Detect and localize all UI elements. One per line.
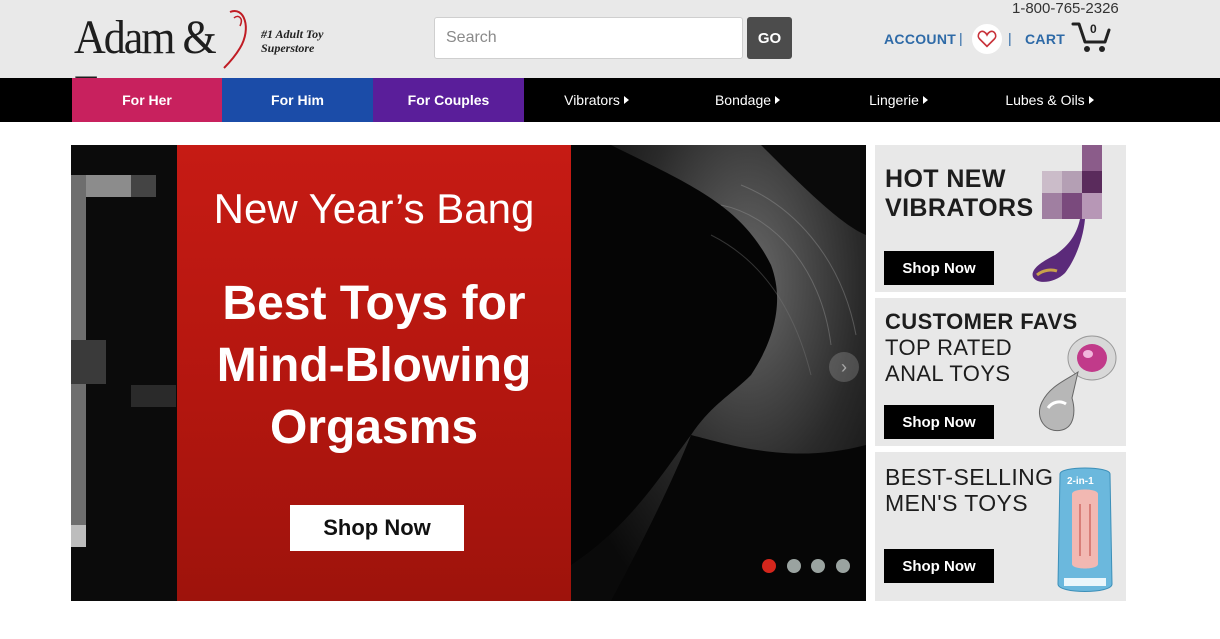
nav-lingerie[interactable]: Lingerie bbox=[826, 78, 971, 122]
search-input[interactable] bbox=[435, 18, 742, 58]
nav-label: Lingerie bbox=[869, 92, 919, 108]
tagline-line-1: #1 Adult Toy bbox=[261, 27, 324, 41]
promo-title-line: TOP RATED bbox=[885, 335, 1013, 360]
promo-title-line: VIBRATORS bbox=[885, 194, 1034, 222]
hero-shop-now-button[interactable]: Shop Now bbox=[290, 505, 464, 551]
promo-title: BEST-SELLING MEN'S TOYS bbox=[885, 464, 1053, 516]
hero-photo bbox=[571, 145, 866, 601]
pixelated-area bbox=[71, 340, 106, 384]
hero-title-line: Orgasms bbox=[269, 401, 479, 454]
promo-hot-new-vibrators[interactable]: HOT NEW VIBRATORS Shop Now bbox=[875, 145, 1126, 292]
cart-link[interactable]: CART bbox=[1025, 31, 1065, 47]
silhouette-image bbox=[571, 145, 866, 601]
carousel-next-arrow-icon[interactable]: › bbox=[829, 352, 859, 382]
hero-title-line: Mind-Blowing bbox=[216, 339, 532, 392]
pixelated-area bbox=[71, 525, 86, 547]
nav-label: Vibrators bbox=[564, 92, 620, 108]
carousel-dot-4[interactable] bbox=[836, 559, 850, 573]
hero-title-line: Best Toys for bbox=[222, 277, 526, 330]
nav-for-couples[interactable]: For Couples bbox=[373, 78, 524, 122]
promo-best-selling-mens-toys[interactable]: 2-in-1 BEST-SELLING MEN'S TOYS Shop Now bbox=[875, 452, 1126, 601]
vibrator-product-image bbox=[1032, 145, 1102, 282]
pixelated-area bbox=[131, 175, 156, 197]
heart-logo-icon bbox=[223, 10, 247, 69]
promo-title-line: MEN'S TOYS bbox=[885, 490, 1029, 516]
cart-count-badge: 0 bbox=[1090, 22, 1097, 36]
separator: | bbox=[959, 30, 963, 46]
caret-right-icon bbox=[922, 96, 928, 104]
product-label: 2-in-1 bbox=[1067, 476, 1094, 487]
nav-label: Lubes & Oils bbox=[1005, 92, 1085, 108]
nav-label: For Him bbox=[271, 92, 324, 108]
account-link[interactable]: ACCOUNT bbox=[884, 31, 956, 47]
main-nav: For Her For Him For Couples Vibrators Bo… bbox=[0, 78, 1220, 122]
site-header: Adam & Eve #1 Adult Toy Superstore GO 1-… bbox=[0, 0, 1220, 119]
nav-label: Bondage bbox=[714, 92, 772, 108]
search-box bbox=[434, 17, 743, 59]
promo-title: CUSTOMER FAVS TOP RATED ANAL TOYS bbox=[885, 309, 1078, 387]
hero-headline: New Year’s Bang bbox=[213, 185, 535, 232]
carousel-dot-1[interactable] bbox=[762, 559, 776, 573]
nav-bondage[interactable]: Bondage bbox=[675, 78, 820, 122]
search-go-button[interactable]: GO bbox=[747, 17, 792, 59]
nav-label: For Her bbox=[122, 92, 172, 108]
carousel-dot-3[interactable] bbox=[811, 559, 825, 573]
promo-shop-now-button[interactable]: Shop Now bbox=[884, 549, 994, 583]
separator: | bbox=[1008, 30, 1012, 46]
promo-customer-favs[interactable]: CUSTOMER FAVS TOP RATED ANAL TOYS Shop N… bbox=[875, 298, 1126, 446]
phone-number[interactable]: 1-800-765-2326 bbox=[1012, 0, 1119, 17]
nav-label: For Couples bbox=[407, 92, 490, 108]
promo-shop-now-button[interactable]: Shop Now bbox=[884, 405, 994, 439]
pixelated-area bbox=[86, 175, 131, 197]
hero-title: Best Toys for Mind-Blowing Orgasms bbox=[177, 273, 571, 459]
promo-title-line: ANAL TOYS bbox=[885, 361, 1011, 386]
pixelated-area bbox=[131, 385, 176, 407]
carousel-dot-2[interactable] bbox=[787, 559, 801, 573]
tagline-line-2: Superstore bbox=[261, 41, 315, 55]
wishlist-button[interactable] bbox=[972, 24, 1002, 54]
caret-right-icon bbox=[1088, 96, 1094, 104]
brand-tagline: #1 Adult Toy Superstore bbox=[261, 27, 323, 55]
nav-for-him[interactable]: For Him bbox=[222, 78, 373, 122]
nav-for-her[interactable]: For Her bbox=[72, 78, 222, 122]
promo-title-line: HOT NEW bbox=[885, 165, 1006, 193]
promo-title: HOT NEW VIBRATORS bbox=[885, 165, 1034, 223]
hero-carousel[interactable]: New Year’s Bang Best Toys for Mind-Blowi… bbox=[71, 145, 866, 601]
caret-right-icon bbox=[775, 96, 781, 104]
mens-toy-product-image: 2-in-1 bbox=[1057, 467, 1113, 592]
nav-vibrators[interactable]: Vibrators bbox=[524, 78, 669, 122]
promo-title-line: BEST-SELLING bbox=[885, 464, 1054, 490]
heart-icon bbox=[977, 30, 997, 48]
promo-title-line: CUSTOMER FAVS bbox=[885, 309, 1078, 334]
nav-lubes-oils[interactable]: Lubes & Oils bbox=[977, 78, 1122, 122]
promo-shop-now-button[interactable]: Shop Now bbox=[884, 251, 994, 285]
caret-right-icon bbox=[623, 96, 629, 104]
brand-logo[interactable]: Adam & Eve bbox=[74, 8, 254, 119]
